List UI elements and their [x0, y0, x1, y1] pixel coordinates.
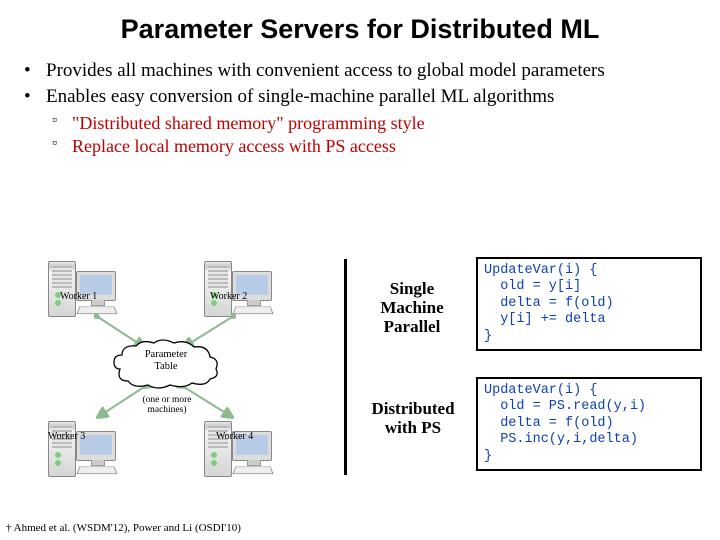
architecture-diagram: Worker 1 Worker 2 Worker 3 Worker 4 Para… [20, 255, 340, 505]
parameter-table-cloud-icon: Parameter Table [110, 339, 222, 389]
vertical-divider [344, 259, 347, 475]
worker-3-label: Worker 3 [48, 431, 85, 442]
code-distributed: UpdateVar(i) { old = PS.read(y,i) delta … [476, 377, 702, 471]
code-single-machine: UpdateVar(i) { old = y[i] delta = f(old)… [476, 257, 702, 351]
subbullet-1: "Distributed shared memory" programming … [72, 112, 690, 135]
bullet-1: Provides all machines with convenient ac… [46, 59, 690, 83]
worker-2-label: Worker 2 [210, 291, 247, 302]
slide-title: Parameter Servers for Distributed ML [0, 0, 720, 55]
single-machine-label: Single Machine Parallel [364, 279, 460, 336]
worker-4-label: Worker 4 [216, 431, 253, 442]
worker-1-label: Worker 1 [60, 291, 97, 302]
cloud-label-1: Parameter [145, 349, 188, 360]
cloud-label-2: Table [154, 361, 177, 372]
bullet-list: Provides all machines with convenient ac… [0, 55, 720, 164]
bullet-2: Enables easy conversion of single-machin… [46, 85, 690, 109]
footnote: † Ahmed et al. (WSDM'12), Power and Li (… [6, 522, 241, 534]
cloud-caption: (one or more machines) [122, 395, 212, 415]
distributed-ps-label: Distributed with PS [356, 399, 470, 437]
subbullet-2: Replace local memory access with PS acce… [72, 135, 690, 158]
